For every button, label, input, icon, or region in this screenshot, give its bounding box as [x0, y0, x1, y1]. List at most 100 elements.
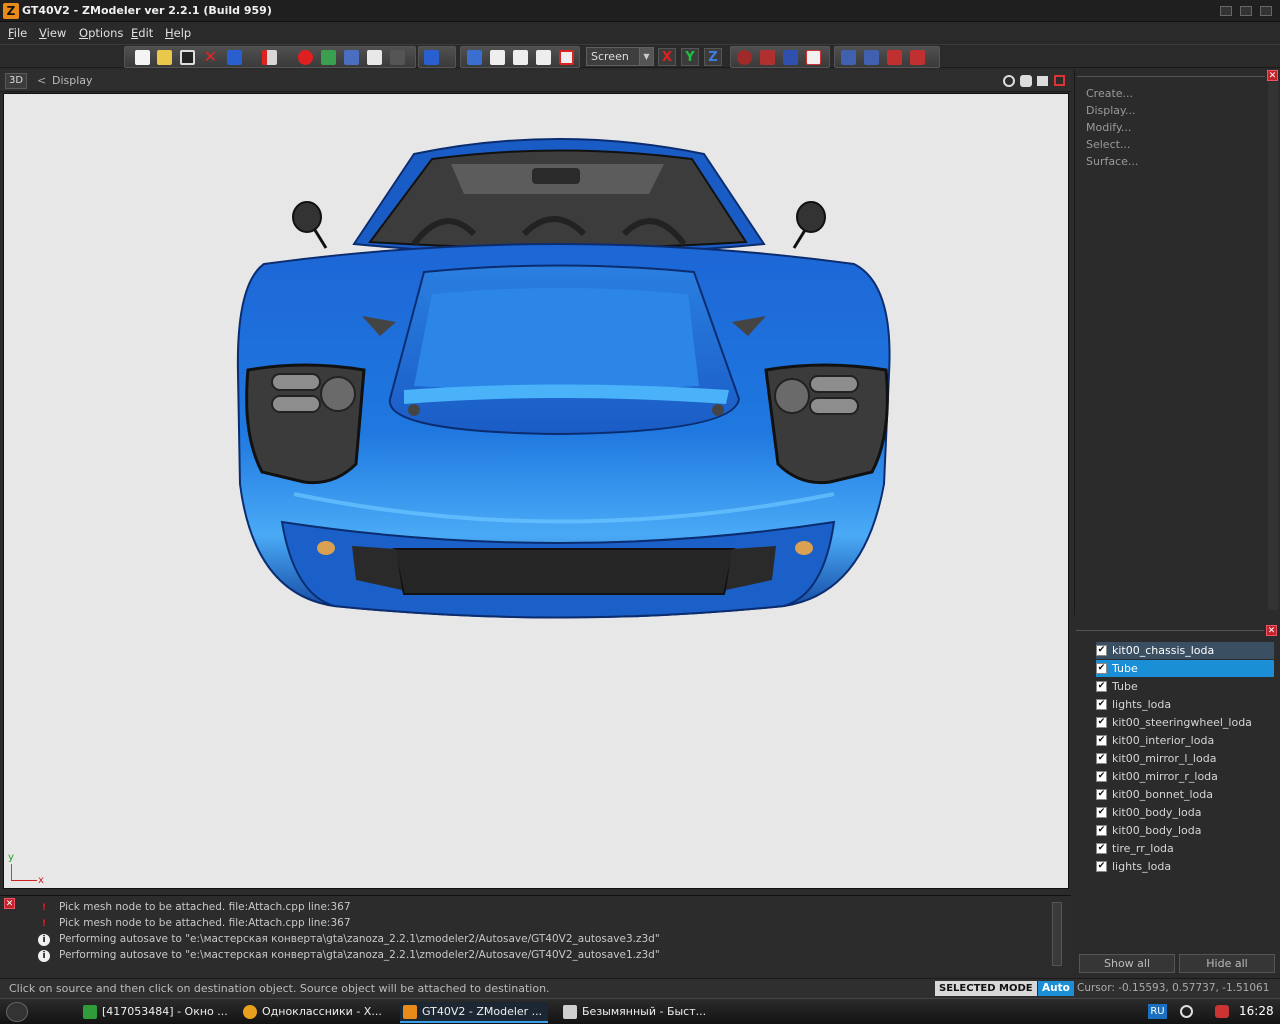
- close-objects-panel-icon[interactable]: ✕: [1266, 625, 1277, 636]
- detach-icon[interactable]: [910, 50, 925, 65]
- object-name: kit00_chassis_loda: [1112, 644, 1215, 657]
- pan-hand-icon[interactable]: [1020, 75, 1032, 87]
- object-list-item[interactable]: ✔ lights_loda: [1096, 696, 1274, 713]
- close-log-icon[interactable]: ✕: [4, 898, 15, 909]
- menu-bar: File View Options Edit Help: [0, 22, 1280, 44]
- command-surface[interactable]: Surface...: [1086, 155, 1138, 168]
- select-vertex-icon[interactable]: [467, 50, 482, 65]
- task-window-1[interactable]: [417053484] - Окно ...: [80, 1002, 230, 1023]
- axis-z-toggle[interactable]: Z: [704, 48, 722, 66]
- command-select[interactable]: Select...: [1086, 138, 1130, 151]
- visibility-checkbox[interactable]: ✔: [1096, 663, 1107, 674]
- menu-view[interactable]: View: [39, 26, 66, 40]
- select-edge-icon[interactable]: [490, 50, 505, 65]
- notes-icon[interactable]: [367, 50, 382, 65]
- object-list-item[interactable]: ✔ kit00_bonnet_loda: [1096, 786, 1274, 803]
- start-button[interactable]: [6, 1002, 28, 1022]
- object-list-item[interactable]: ✔ tire_rr_loda: [1096, 840, 1274, 857]
- object-list-item[interactable]: ✔ lights_loda: [1096, 858, 1274, 875]
- 3d-viewport[interactable]: y x: [3, 93, 1069, 889]
- visibility-checkbox[interactable]: ✔: [1096, 645, 1107, 656]
- hide-all-button[interactable]: Hide all: [1179, 954, 1275, 973]
- selected-mode-badge[interactable]: SELECTED MODE: [935, 981, 1037, 996]
- visibility-checkbox[interactable]: ✔: [1096, 735, 1107, 746]
- snap-icon[interactable]: [864, 50, 879, 65]
- export-icon[interactable]: [262, 50, 277, 65]
- status-bar: Click on source and then click on destin…: [0, 978, 1280, 998]
- visibility-checkbox[interactable]: ✔: [1096, 699, 1107, 710]
- visibility-checkbox[interactable]: ✔: [1096, 861, 1107, 872]
- visibility-checkbox[interactable]: ✔: [1096, 807, 1107, 818]
- visibility-checkbox[interactable]: ✔: [1096, 825, 1107, 836]
- select-face-icon[interactable]: [513, 50, 528, 65]
- object-list-item[interactable]: ✔ kit00_body_loda: [1096, 804, 1274, 821]
- command-modify[interactable]: Modify...: [1086, 121, 1131, 134]
- show-all-button[interactable]: Show all: [1079, 954, 1175, 973]
- move-icon[interactable]: [760, 50, 775, 65]
- texture-icon[interactable]: [321, 50, 336, 65]
- zoom-icon[interactable]: [1003, 75, 1015, 87]
- object-list-item[interactable]: ✔ Tube: [1096, 678, 1274, 695]
- antivirus-tray-icon[interactable]: [1215, 1005, 1229, 1018]
- visibility-checkbox[interactable]: ✔: [1096, 717, 1107, 728]
- cube-icon[interactable]: [424, 50, 439, 65]
- scale-icon[interactable]: [783, 50, 798, 65]
- log-scrollbar[interactable]: [1052, 902, 1062, 966]
- minimize-button[interactable]: [1220, 6, 1232, 16]
- visibility-checkbox[interactable]: ✔: [1096, 681, 1107, 692]
- viewport-nav-arrow[interactable]: <: [37, 74, 46, 87]
- close-window-button[interactable]: [1260, 6, 1272, 16]
- fit-view-icon[interactable]: [1037, 76, 1048, 86]
- attach-icon[interactable]: [887, 50, 902, 65]
- status-message: Click on source and then click on destin…: [9, 982, 550, 995]
- object-list-item[interactable]: ✔ Tube: [1096, 660, 1274, 677]
- language-indicator[interactable]: RU: [1148, 1004, 1167, 1019]
- coordinate-system-select[interactable]: Screen ▼: [586, 47, 654, 66]
- menu-file[interactable]: File: [8, 26, 27, 40]
- axis-x-toggle[interactable]: X: [658, 48, 676, 66]
- undo-icon[interactable]: [344, 50, 359, 65]
- visibility-checkbox[interactable]: ✔: [1096, 789, 1107, 800]
- task-window-4[interactable]: Безымянный - Быст...: [560, 1002, 708, 1023]
- visibility-checkbox[interactable]: ✔: [1096, 843, 1107, 854]
- visibility-checkbox[interactable]: ✔: [1096, 771, 1107, 782]
- object-list-item[interactable]: ✔ kit00_interior_loda: [1096, 732, 1274, 749]
- weld-icon[interactable]: [841, 50, 856, 65]
- command-panel-scrollbar[interactable]: [1268, 82, 1278, 610]
- log-line: Performing autosave to "e:\мастерская ко…: [59, 949, 660, 961]
- close-panel-icon[interactable]: ✕: [1267, 70, 1278, 81]
- command-display[interactable]: Display...: [1086, 104, 1135, 117]
- object-list-item[interactable]: ✔ kit00_body_loda: [1096, 822, 1274, 839]
- command-create[interactable]: Create...: [1086, 87, 1133, 100]
- viewport-mode-button[interactable]: 3D: [5, 73, 27, 89]
- delete-icon[interactable]: ✕: [203, 49, 218, 65]
- select-object-icon[interactable]: [536, 50, 551, 65]
- redo-icon[interactable]: [390, 50, 405, 65]
- axis-y-toggle[interactable]: Y: [681, 48, 699, 66]
- new-file-icon[interactable]: [135, 50, 150, 65]
- object-name: kit00_mirror_r_loda: [1112, 770, 1218, 783]
- menu-edit[interactable]: Edit: [131, 26, 153, 40]
- select-all-icon[interactable]: [559, 50, 574, 65]
- info-icon: i: [38, 950, 50, 962]
- maximize-button[interactable]: [1240, 6, 1252, 16]
- network-icon[interactable]: [1180, 1005, 1193, 1018]
- render-icon[interactable]: [298, 50, 313, 65]
- task-window-3[interactable]: GT40V2 - ZModeler ...: [400, 1002, 548, 1023]
- visibility-checkbox[interactable]: ✔: [1096, 753, 1107, 764]
- object-list-item[interactable]: ✔ kit00_chassis_loda: [1096, 642, 1274, 659]
- save-icon[interactable]: [180, 50, 195, 65]
- mirror-icon[interactable]: [806, 50, 821, 65]
- menu-help[interactable]: Help: [165, 26, 191, 40]
- menu-options[interactable]: Options: [79, 26, 123, 40]
- import-icon[interactable]: [227, 50, 242, 65]
- open-file-icon[interactable]: [157, 50, 172, 65]
- object-list-item[interactable]: ✔ kit00_mirror_l_loda: [1096, 750, 1274, 767]
- objects-panel: ✕ ✔ kit00_chassis_loda ✔ Tube ✔ Tube ✔ lights_l…: [1074, 622, 1280, 974]
- object-list-item[interactable]: ✔ kit00_mirror_r_loda: [1096, 768, 1274, 785]
- rotate-icon[interactable]: [737, 50, 752, 65]
- maximize-viewport-icon[interactable]: [1054, 75, 1065, 86]
- auto-badge[interactable]: Auto: [1038, 981, 1074, 996]
- task-window-2[interactable]: Одноклассники - Х...: [240, 1002, 385, 1023]
- object-list-item[interactable]: ✔ kit00_steeringwheel_loda: [1096, 714, 1274, 731]
